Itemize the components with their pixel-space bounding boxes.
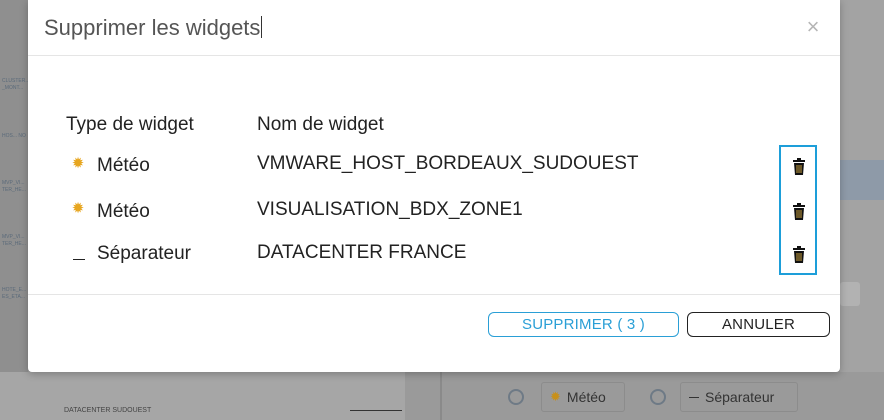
canvas-widget-chip: MVP_VI... TER_HE... — [2, 180, 26, 193]
dash-icon — [73, 259, 85, 260]
widget-type: Météo — [97, 155, 150, 176]
close-icon[interactable]: × — [802, 16, 824, 38]
delete-button[interactable]: SUPPRIMER ( 3 ) — [488, 312, 679, 337]
option-meteo[interactable]: ✹ Météo — [541, 382, 625, 412]
dialog-title-text: Supprimer les widgets — [44, 15, 261, 40]
option-radio-meteo[interactable] — [508, 389, 524, 405]
widget-name: VISUALISATION_BDX_ZONE1 — [257, 199, 523, 220]
canvas-widget-chip: HOS... NO — [2, 133, 26, 139]
canvas-widget-chip: CLUSTER... _MONT... — [2, 78, 28, 91]
option-separateur[interactable]: Séparateur — [680, 382, 798, 412]
column-header-type: Type de widget — [66, 114, 194, 135]
text-caret — [261, 16, 263, 38]
option-label: Séparateur — [705, 389, 775, 405]
widget-type: Séparateur — [97, 243, 192, 264]
widget-row: ✹ Météo VISUALISATION_BDX_ZONE1 — [28, 199, 840, 239]
widget-type: Météo — [97, 201, 150, 222]
widget-row: Séparateur DATACENTER FRANCE — [28, 242, 840, 282]
option-label: Météo — [566, 389, 606, 405]
cancel-button[interactable]: ANNULER — [687, 312, 830, 337]
bottom-left-canvas — [0, 372, 405, 420]
right-panel-band — [840, 160, 884, 200]
widget-name: DATACENTER FRANCE — [257, 242, 467, 263]
footer-divider — [28, 294, 840, 295]
canvas-separator-line — [350, 410, 402, 411]
delete-icons-group — [779, 145, 817, 275]
canvas-footer-text: DATACENTER SUDOUEST — [64, 407, 152, 414]
option-radio-separateur[interactable] — [650, 389, 666, 405]
right-panel-input — [840, 282, 860, 306]
widget-name: VMWARE_HOST_BORDEAUX_SUDOUEST — [257, 153, 639, 174]
trash-icon[interactable] — [791, 203, 807, 221]
canvas-widget-chip: HOTE_E... ES_ETA... — [2, 287, 27, 300]
sun-icon: ✹ — [71, 155, 85, 172]
trash-icon[interactable] — [791, 158, 807, 176]
dialog-title: Supprimer les widgets — [44, 15, 263, 41]
panel-divider — [440, 372, 442, 420]
sun-icon: ✹ — [550, 389, 561, 404]
column-header-name: Nom de widget — [257, 114, 384, 135]
trash-icon[interactable] — [791, 246, 807, 264]
right-panel — [840, 0, 884, 420]
widget-row: ✹ Météo VMWARE_HOST_BORDEAUX_SUDOUEST — [28, 153, 840, 193]
sun-icon: ✹ — [71, 200, 85, 217]
canvas-widget-chip: MVP_VI... TER_HE... — [2, 234, 26, 247]
dialog-header: Supprimer les widgets × — [28, 0, 840, 56]
delete-widgets-dialog: Supprimer les widgets × Type de widget N… — [28, 0, 840, 372]
dash-icon — [689, 396, 699, 398]
